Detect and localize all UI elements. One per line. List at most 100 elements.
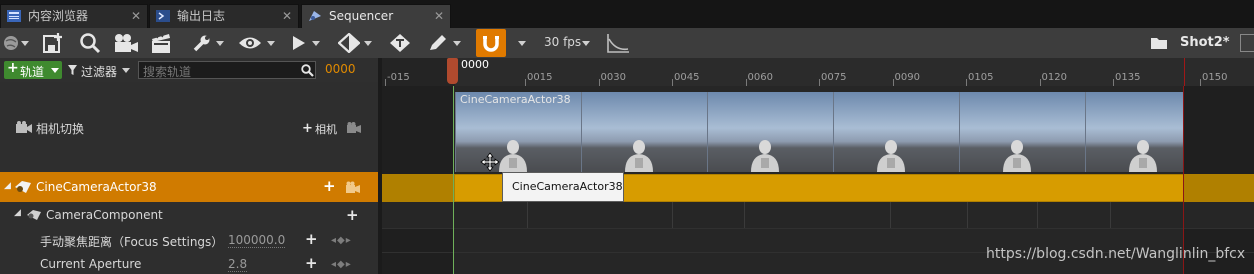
tick-mark — [1200, 79, 1201, 86]
filter-label: 过滤器 — [81, 65, 118, 79]
playhead-handle[interactable] — [447, 58, 458, 84]
mannequin-thumbnail — [625, 140, 653, 172]
search-placeholder: 搜索轨道 — [143, 65, 192, 79]
filter-button[interactable]: 过滤器 — [68, 61, 132, 79]
chevron-down-icon — [453, 41, 461, 46]
camera-cut-track[interactable]: 相机切换 + 相机 — [0, 82, 378, 172]
tick-mark — [966, 79, 967, 86]
tick-mark — [1039, 79, 1041, 86]
edit-mode-button[interactable] — [428, 28, 464, 58]
grid-line — [672, 202, 673, 228]
eye-icon — [239, 37, 261, 49]
plus-icon: + — [7, 60, 19, 76]
thumbnail-divider — [455, 92, 456, 172]
search-icon — [301, 64, 314, 77]
sequence-name[interactable]: Shot2* — [1180, 35, 1230, 50]
add-track-button[interactable]: + 轨道 — [4, 60, 62, 79]
watermark-text: https://blog.csdn.net/Wanglinlin_bfcx — [986, 246, 1246, 262]
camera-cut-icon — [16, 121, 32, 133]
property-label: Current Aperture — [40, 257, 142, 271]
key-navigation-controls[interactable]: ◂◆▸ — [331, 259, 352, 270]
camera-icon[interactable] — [347, 122, 361, 133]
add-key-button[interactable]: + — [305, 256, 318, 271]
tab-label: Sequencer — [329, 9, 394, 23]
add-property-button[interactable]: + — [346, 208, 359, 223]
tick-label: 0030 — [600, 72, 626, 83]
search-icon[interactable] — [79, 32, 101, 54]
current-frame-field[interactable]: 0000 — [325, 62, 356, 76]
add-key-button[interactable]: + — [305, 232, 318, 247]
chevron-down-icon — [21, 41, 29, 46]
snap-options-dropdown[interactable] — [518, 41, 526, 46]
camera-icon[interactable] — [346, 181, 360, 193]
tab-output-log[interactable]: 输出日志 ✕ — [149, 4, 299, 28]
tick-label: 0015 — [527, 72, 553, 83]
settings-menu-button[interactable] — [192, 28, 232, 58]
property-value-field[interactable]: 100000.0 — [228, 233, 286, 248]
camera-icon[interactable] — [113, 33, 139, 53]
pencil-icon — [430, 35, 446, 50]
close-icon[interactable]: ✕ — [131, 5, 141, 27]
playback-options-button[interactable] — [290, 28, 324, 58]
grid-line — [1110, 202, 1111, 228]
expand-arrow-icon[interactable]: ◢ — [4, 181, 11, 191]
chevron-down-icon — [122, 68, 130, 73]
tab-bar: 内容浏览器 ✕ 输出日志 ✕ Sequencer ✕ — [0, 0, 1254, 28]
chevron-down-icon — [582, 41, 590, 46]
tab-content-browser[interactable]: 内容浏览器 ✕ — [0, 4, 148, 28]
sequencer-toolbar: 30 fps Shot2* — [0, 28, 1254, 59]
move-cursor-icon — [480, 152, 500, 172]
camera-cut-section[interactable]: CineCameraActor38 — [455, 92, 1184, 172]
property-value-field[interactable]: 2.8 — [228, 257, 248, 272]
tick-label: 0090 — [894, 72, 920, 83]
world-menu-button[interactable] — [2, 28, 30, 58]
actor-track[interactable]: ◢ CineCameraActor38 + — [0, 172, 378, 202]
track-search-input[interactable]: 搜索轨道 — [138, 61, 316, 79]
view-options-button[interactable] — [238, 28, 278, 58]
add-camera-button[interactable]: 相机 — [315, 121, 337, 137]
clapper-icon[interactable] — [150, 32, 172, 54]
close-icon[interactable]: ✕ — [282, 5, 292, 27]
magnet-icon — [483, 36, 499, 52]
tab-sequencer[interactable]: Sequencer ✕ — [301, 4, 451, 28]
content-browser-icon — [7, 10, 21, 22]
track-outliner: 相机切换 + 相机 ◢ CineCameraActor38 + ◢ Camera… — [0, 82, 378, 274]
grid-line — [890, 202, 891, 228]
save-icon[interactable] — [42, 32, 66, 54]
component-lane — [382, 202, 1254, 229]
tick-label: 0105 — [968, 72, 994, 83]
key-navigation-controls[interactable]: ◂◆▸ — [331, 235, 352, 246]
tick-label: 0150 — [1202, 72, 1228, 83]
tab-label: 输出日志 — [177, 9, 226, 23]
tick-mark — [892, 79, 894, 86]
snap-toggle-button[interactable] — [476, 29, 506, 57]
tab-label: 内容浏览器 — [28, 9, 89, 23]
track-label: 相机切换 — [36, 122, 85, 136]
expand-arrow-icon[interactable]: ◢ — [14, 208, 21, 218]
frame-rate-label: 30 fps — [544, 35, 582, 49]
toolbar-overflow-button[interactable] — [1240, 34, 1254, 52]
tick-mark — [385, 79, 386, 86]
sequencer-icon — [309, 11, 321, 21]
time-ruler[interactable]: -015 0015 0030 0045 0060 0075 0090 0105 0120 0135… — [382, 58, 1254, 86]
add-property-button[interactable]: + — [323, 179, 336, 194]
chevron-down-icon — [216, 41, 224, 46]
property-track[interactable]: Current Aperture 2.8 + ◂◆▸ — [0, 252, 378, 274]
close-icon[interactable]: ✕ — [434, 5, 444, 27]
world-icon — [4, 36, 18, 50]
thumbnail-divider — [707, 92, 708, 172]
tick-mark — [525, 79, 526, 86]
folder-icon[interactable] — [1150, 36, 1168, 50]
key-interp-button[interactable] — [338, 28, 376, 58]
timeline-area[interactable]: CineCameraActor38 CineCameraActor38 http… — [382, 86, 1254, 274]
mannequin-thumbnail — [1003, 140, 1031, 172]
grid-line — [967, 202, 968, 228]
tag-key-icon[interactable] — [389, 33, 411, 53]
frame-rate-dropdown[interactable]: 30 fps — [540, 28, 596, 58]
filter-icon — [68, 65, 77, 75]
camera-component-track[interactable]: ◢ CameraComponent + — [0, 202, 378, 228]
property-track[interactable]: 手动聚焦距离（Focus Settings） 100000.0 + ◂◆▸ — [0, 228, 378, 252]
grid-line — [527, 202, 528, 228]
tick-label: 0075 — [821, 72, 847, 83]
curve-icon[interactable] — [606, 33, 630, 53]
